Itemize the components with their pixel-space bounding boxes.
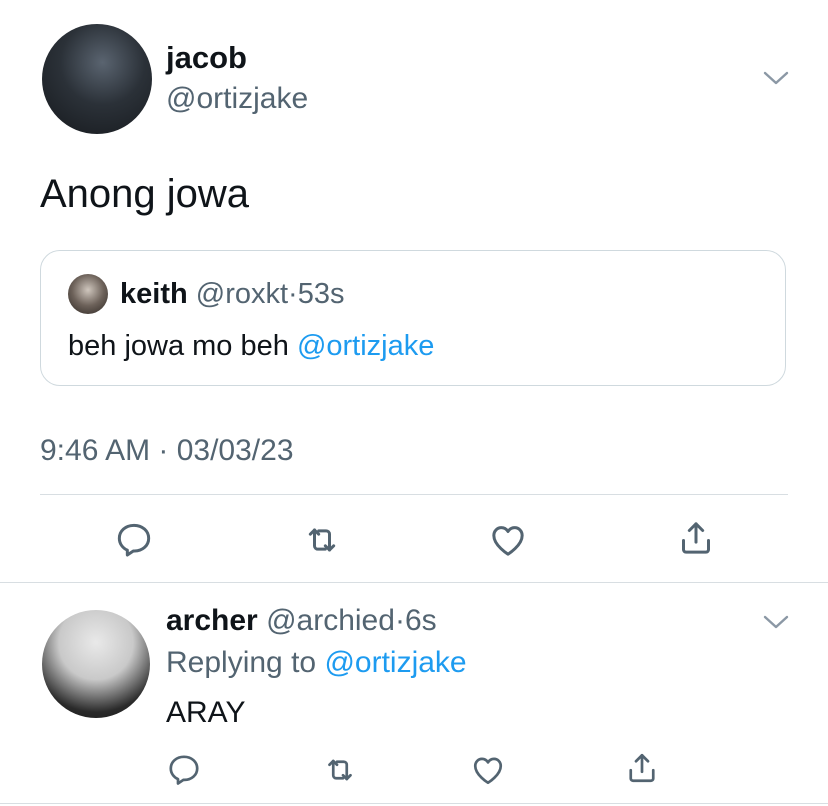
divider: [0, 582, 828, 583]
avatar: [68, 274, 108, 314]
avatar[interactable]: [42, 24, 152, 134]
reply-header: archer @archied·6s: [166, 604, 437, 638]
quoted-tweet-text: beh jowa mo beh @ortizjake: [68, 330, 434, 363]
heart-icon[interactable]: [488, 520, 528, 560]
reply-icon[interactable]: [166, 752, 202, 788]
mention-link[interactable]: @ortizjake: [297, 330, 434, 362]
reply-icon[interactable]: [114, 520, 154, 560]
replying-to-label: Replying to: [166, 646, 317, 679]
author-name[interactable]: jacob: [166, 40, 247, 76]
chevron-down-icon[interactable]: [762, 614, 790, 630]
reply-age: 6s: [404, 604, 437, 637]
reply-author-name[interactable]: archer: [166, 604, 258, 637]
replying-to: Replying to @ortizjake: [166, 646, 467, 680]
chevron-down-icon[interactable]: [762, 70, 790, 86]
retweet-icon[interactable]: [322, 752, 358, 788]
quoted-age: 53s: [297, 278, 345, 310]
retweet-icon[interactable]: [302, 520, 342, 560]
author-handle[interactable]: @ortizjake: [166, 82, 308, 116]
tweet-timestamp[interactable]: 9:46 AM · 03/03/23: [40, 434, 294, 468]
heart-icon[interactable]: [470, 752, 506, 788]
share-icon[interactable]: [624, 750, 660, 786]
avatar[interactable]: [42, 610, 150, 718]
quoted-author-name: keith: [120, 278, 188, 310]
quoted-tweet-header: keith @roxkt·53s: [120, 278, 344, 311]
reply-text: ARAY: [166, 696, 246, 729]
quoted-author-handle: @roxkt: [195, 278, 289, 310]
quoted-tweet[interactable]: [40, 250, 786, 386]
dot-separator: ·: [288, 278, 298, 310]
share-icon[interactable]: [676, 518, 716, 558]
reply-author-handle[interactable]: @archied: [266, 604, 395, 637]
divider: [40, 494, 788, 495]
replying-to-link[interactable]: @ortizjake: [324, 646, 466, 679]
divider: [0, 803, 828, 804]
quoted-text: beh jowa mo beh: [68, 330, 289, 362]
dot-separator: ·: [394, 604, 405, 637]
tweet-text: Anong jowa: [40, 172, 250, 216]
